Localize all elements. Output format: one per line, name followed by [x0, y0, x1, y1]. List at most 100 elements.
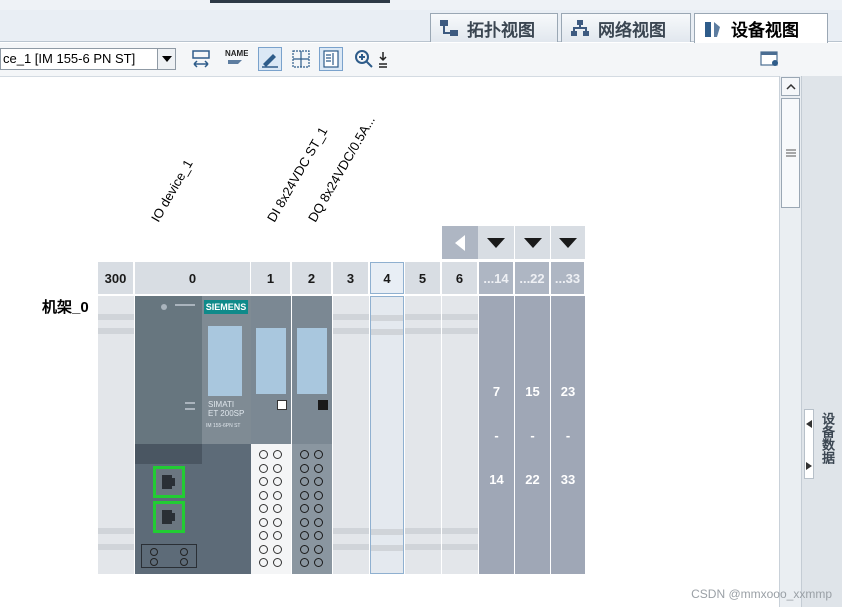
triangle-down-icon: [487, 237, 505, 248]
vertical-scrollbar[interactable]: [779, 76, 801, 607]
grid-view-button[interactable]: [289, 47, 313, 71]
slot-2-dq-module[interactable]: [292, 296, 332, 574]
ethernet-port-1[interactable]: [153, 466, 185, 498]
rack-fit-button[interactable]: [189, 47, 213, 71]
device-select[interactable]: ce_1 [IM 155-6 PN ST]: [0, 48, 176, 70]
im-left-panel: [135, 296, 202, 444]
watermark: CSDN @mmxooo_xxmmp: [691, 587, 832, 601]
terminal-hole: [273, 558, 282, 567]
zoom-fit-button[interactable]: [374, 47, 392, 71]
terminal-hole: [314, 558, 323, 567]
im-sub-text: IM 155-6PN ST: [206, 423, 241, 429]
terminal-hole: [259, 463, 268, 473]
scroll-thumb[interactable]: [781, 98, 800, 208]
rj45-icon: [162, 475, 175, 489]
terminal-hole: [259, 531, 268, 540]
tab-topology-label: 拓扑视图: [467, 20, 535, 41]
terminal-hole: [273, 450, 282, 459]
slot-header-group-14: ...14: [479, 262, 514, 294]
show-names-button[interactable]: NAME: [223, 47, 249, 71]
collapse-slots-button[interactable]: [442, 226, 478, 259]
terminal-hole: [259, 450, 268, 459]
slot-header-300: 300: [98, 262, 134, 294]
slot-group-7-14[interactable]: 7 - 14: [479, 296, 514, 574]
ethernet-port-2[interactable]: [153, 501, 185, 533]
terminal-hole: [314, 477, 323, 486]
side-panel-label: 设备数据: [820, 412, 835, 464]
terminal-hole: [273, 490, 282, 500]
terminal-hole: [300, 544, 309, 554]
slot-header-6: 6: [442, 262, 478, 294]
tab-network-label: 网络视图: [598, 20, 666, 41]
terminal-hole: [314, 504, 323, 513]
triangle-down-icon: [523, 237, 542, 248]
terminal-hole: [259, 477, 268, 486]
slot-header-4: 4: [370, 262, 404, 294]
terminal-hole: [314, 544, 323, 554]
slot-header-group-22: ...22: [515, 262, 550, 294]
grid-icon: [292, 50, 310, 68]
slot-6[interactable]: [442, 296, 478, 574]
slot-header-1: 1: [251, 262, 291, 294]
name-tag-icon: NAME: [225, 49, 248, 64]
slot-3[interactable]: [333, 296, 369, 574]
slot-5[interactable]: [405, 296, 441, 574]
tab-device-view[interactable]: 设备视图: [694, 13, 828, 43]
triangle-down-icon: [559, 237, 577, 248]
rack-name: 机架_0: [42, 299, 89, 316]
expand-group-2-button[interactable]: [515, 226, 550, 259]
slot-1-di-module[interactable]: [251, 296, 291, 574]
terminal-hole: [259, 490, 268, 500]
slot-header-2: 2: [292, 262, 332, 294]
terminal-hole: [259, 517, 268, 527]
device-view-toolbar: ce_1 [IM 155-6 PN ST] NAME: [0, 43, 842, 77]
slot-0-interface-module[interactable]: SIEMENS SIMATI ET 200SP IM 155-6PN ST: [135, 296, 251, 574]
slot-group-23-33[interactable]: 23 - 33: [551, 296, 585, 574]
scroll-up-button[interactable]: [781, 77, 800, 96]
di-terminal-block: [251, 444, 291, 574]
chevron-up-icon: [785, 83, 796, 90]
slot-header-0: 0: [135, 262, 251, 294]
siemens-logo: SIEMENS: [204, 300, 248, 314]
terminal-hole: [259, 558, 268, 567]
page-icon: [323, 50, 339, 68]
terminal-hole: [300, 517, 309, 527]
slot-header-5: 5: [405, 262, 441, 294]
terminal-hole: [300, 490, 309, 500]
slot-4[interactable]: [370, 296, 404, 574]
panel-toggle[interactable]: [804, 409, 814, 479]
toggle-labels-button[interactable]: [258, 47, 282, 71]
triangle-left-icon: [455, 234, 465, 251]
device-properties-button[interactable]: [758, 47, 782, 71]
terminal-hole: [273, 544, 282, 554]
expand-group-1-button[interactable]: [478, 226, 514, 259]
terminal-hole: [273, 517, 282, 527]
slot-header-group-33: ...33: [551, 262, 585, 294]
tab-network-view[interactable]: 网络视图: [561, 13, 691, 42]
zoom-in-button[interactable]: [352, 47, 376, 71]
terminal-hole: [259, 544, 268, 554]
terminal-hole: [314, 490, 323, 500]
terminal-hole: [300, 463, 309, 473]
terminal-hole: [273, 463, 282, 473]
triangle-left-icon: [806, 420, 812, 428]
rj45-icon: [162, 510, 175, 524]
device-data-side-panel[interactable]: 设备数据: [801, 76, 842, 607]
slot-group-15-22[interactable]: 15 - 22: [515, 296, 550, 574]
view-tab-bar: 拓扑视图 网络视图 设备视图: [0, 10, 842, 43]
network-icon: [571, 20, 589, 36]
terminal-hole: [300, 450, 309, 459]
terminal-hole: [314, 463, 323, 473]
page-layout-button[interactable]: [319, 47, 343, 71]
chevron-down-icon[interactable]: [157, 49, 175, 69]
terminal-hole: [300, 504, 309, 513]
terminal-hole: [300, 477, 309, 486]
slot-300[interactable]: [98, 296, 134, 574]
terminal-hole: [259, 504, 268, 513]
expand-group-3-button[interactable]: [551, 226, 585, 259]
device-select-value: ce_1 [IM 155-6 PN ST]: [3, 51, 136, 66]
tab-topology-view[interactable]: 拓扑视图: [430, 13, 558, 42]
power-connector: [141, 544, 197, 568]
slot-header-3: 3: [333, 262, 369, 294]
terminal-hole: [300, 558, 309, 567]
